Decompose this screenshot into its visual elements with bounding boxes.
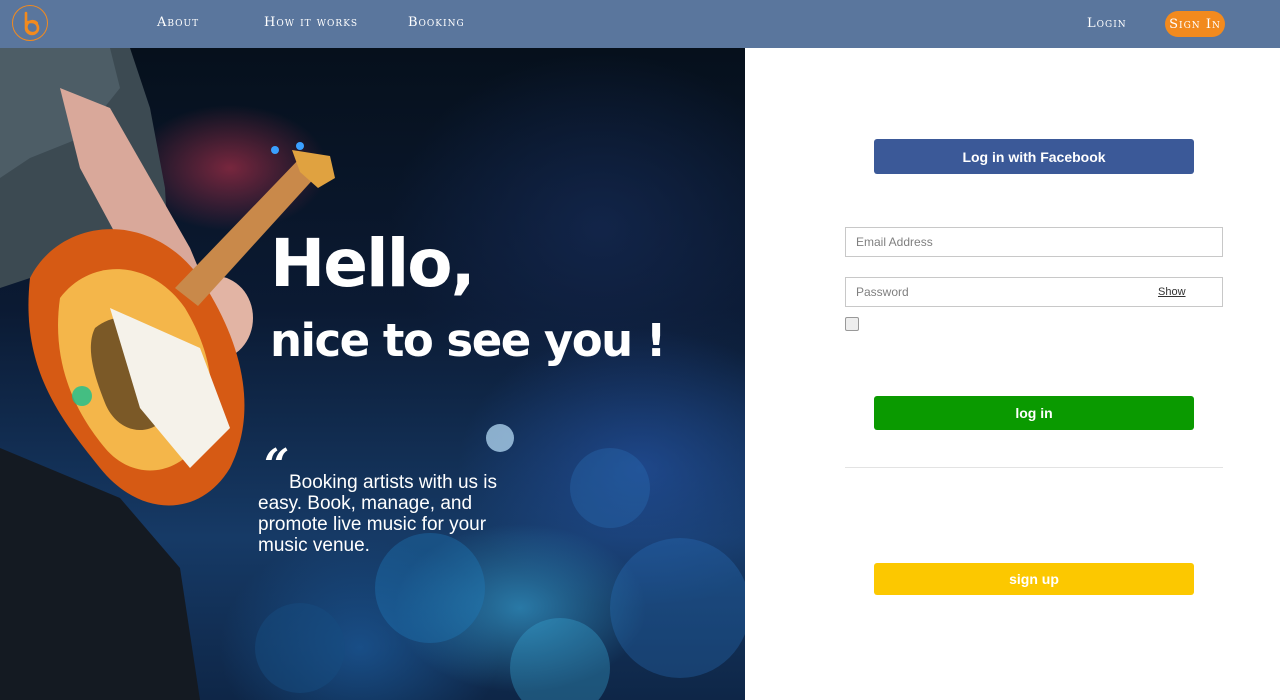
hero-subtitle: nice to see you ! [270, 314, 666, 367]
login-button[interactable]: log in [874, 396, 1194, 430]
nav-booking-link[interactable]: Booking [408, 15, 465, 30]
nav-login-link[interactable]: Login [1087, 16, 1127, 31]
login-panel: Log in with Facebook Show log in sign up [745, 48, 1280, 700]
remember-checkbox[interactable] [845, 317, 859, 331]
hero-section: Hello, nice to see you ! “ Booking artis… [0, 48, 745, 700]
bc-logo-icon[interactable] [12, 5, 48, 41]
top-nav: About How it works Booking Login Sign In [0, 0, 1280, 48]
show-password-link[interactable]: Show [1158, 286, 1186, 298]
facebook-login-button[interactable]: Log in with Facebook [874, 139, 1194, 174]
guitarist-image [0, 48, 745, 700]
divider [845, 467, 1223, 468]
nav-about-link[interactable]: About [157, 15, 199, 30]
email-field[interactable] [845, 227, 1223, 257]
hero-title: Hello, [270, 225, 476, 302]
nav-how-it-works-link[interactable]: How it works [264, 15, 358, 30]
signup-button[interactable]: sign up [874, 563, 1194, 595]
hero-quote: Booking artists with us is easy. Book, m… [258, 472, 498, 556]
sign-in-button[interactable]: Sign In [1165, 11, 1225, 37]
